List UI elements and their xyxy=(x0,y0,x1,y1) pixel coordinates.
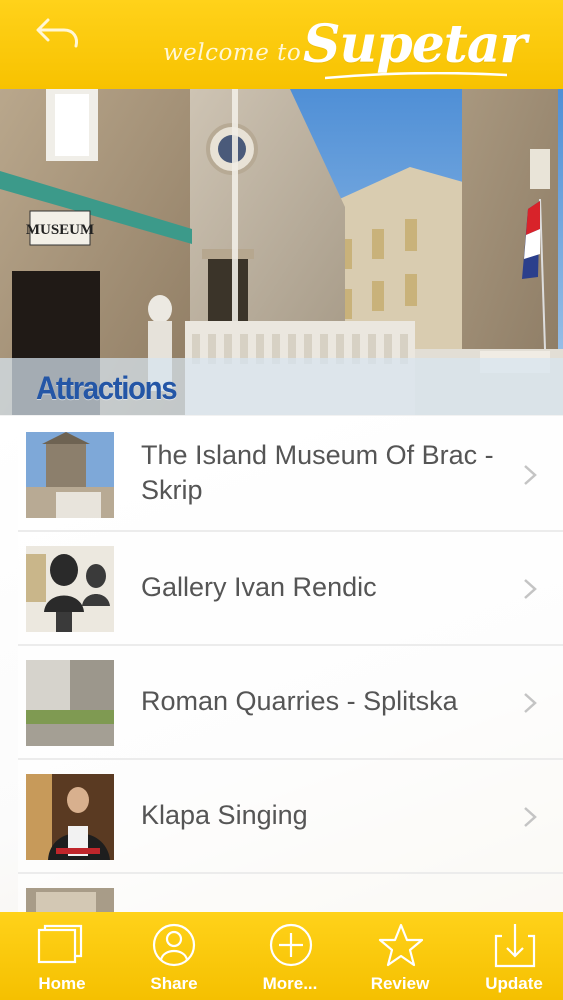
chevron-right-icon xyxy=(524,807,537,827)
list-item-island-museum[interactable]: The Island Museum Of Brac - Skrip xyxy=(18,416,563,532)
attraction-thumbnail xyxy=(26,774,114,860)
tab-update[interactable]: Update xyxy=(448,912,560,1000)
list-item-gallery-rendic[interactable]: Gallery Ivan Rendic xyxy=(18,530,563,646)
tab-more[interactable]: More... xyxy=(224,912,336,1000)
attraction-name: The Island Museum Of Brac - Skrip xyxy=(141,440,494,505)
attraction-thumbnail xyxy=(26,660,114,746)
brand-swoosh xyxy=(325,72,507,80)
attraction-name: Klapa Singing xyxy=(141,799,308,830)
attraction-thumbnail xyxy=(26,546,114,632)
list-item-klapa-singing[interactable]: Klapa Singing xyxy=(18,758,563,874)
attraction-name: Roman Quarries - Splitska xyxy=(141,685,458,716)
tab-share[interactable]: Share xyxy=(112,912,224,1000)
attraction-thumbnail xyxy=(26,888,114,912)
attraction-name: Gallery Ivan Rendic xyxy=(141,571,377,602)
list-item-roman-quarries[interactable]: Roman Quarries - Splitska xyxy=(18,644,563,760)
attraction-thumbnail xyxy=(26,432,114,518)
brand-logo: welcome to Supetar xyxy=(163,10,527,85)
section-title: Attractions xyxy=(36,370,178,406)
brand-name: Supetar xyxy=(303,14,527,75)
chevron-right-icon xyxy=(524,693,537,713)
tab-bar: Home Share More... Review Update xyxy=(0,912,563,1000)
tab-label: More... xyxy=(262,974,318,993)
tab-label: Home xyxy=(38,974,86,993)
back-button[interactable] xyxy=(34,14,86,54)
star-icon xyxy=(378,923,424,967)
tab-label: Review xyxy=(370,974,430,993)
attractions-list[interactable]: The Island Museum Of Brac - Skrip Galler… xyxy=(0,416,563,912)
welcome-text: welcome to xyxy=(163,40,302,66)
chevron-right-icon xyxy=(524,465,537,485)
tab-home[interactable]: Home xyxy=(0,912,112,1000)
tab-label: Update xyxy=(485,974,543,993)
tab-label: Share xyxy=(150,974,198,993)
header-bar: welcome to Supetar xyxy=(0,0,563,89)
chevron-right-icon xyxy=(524,579,537,599)
tab-review[interactable]: Review xyxy=(336,912,448,1000)
museum-sign-text: MUSEUM xyxy=(26,222,94,238)
home-icon xyxy=(37,924,83,964)
back-arrow-icon xyxy=(36,18,78,48)
download-icon xyxy=(494,924,536,968)
share-icon xyxy=(152,923,196,967)
list-item-partial[interactable] xyxy=(18,872,563,912)
more-icon xyxy=(269,923,313,967)
